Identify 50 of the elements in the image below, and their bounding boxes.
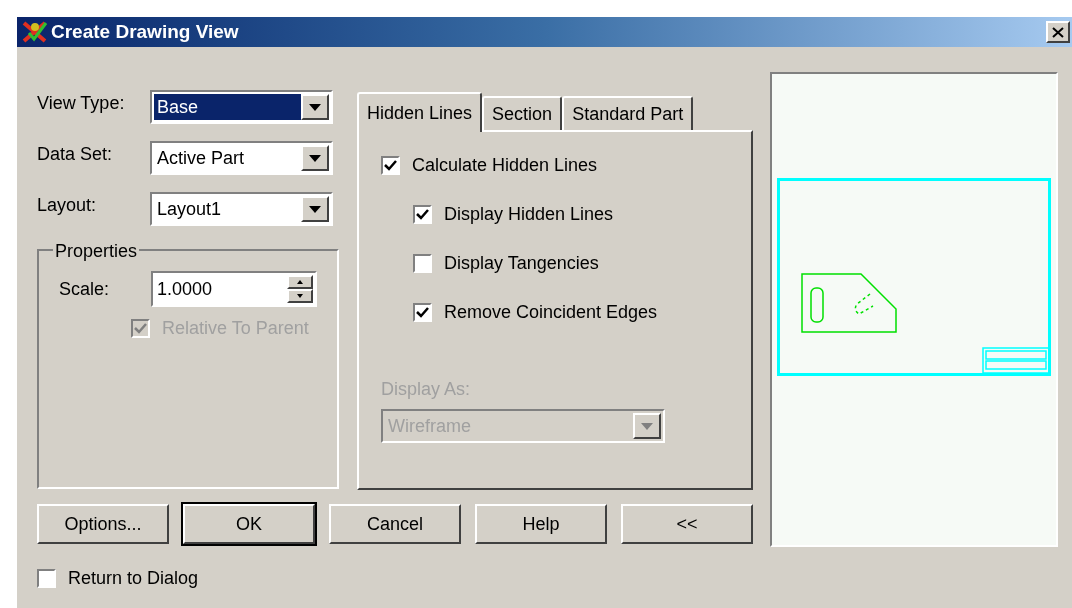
field-label: View Type: (37, 92, 126, 115)
scale-label: Scale: (59, 277, 111, 301)
dialog-button[interactable]: Options... (37, 504, 169, 544)
dropdown-field[interactable]: Layout1 (150, 192, 333, 226)
spin-down-button[interactable] (287, 289, 313, 303)
dropdown-arrow-button[interactable] (633, 413, 661, 439)
caret-icon (309, 103, 321, 111)
checkbox[interactable] (413, 254, 432, 273)
up-caret-icon (297, 280, 303, 284)
dropdown-value: Layout1 (156, 197, 223, 221)
checkmark-icon (384, 160, 397, 171)
dropdown-value: Base (154, 94, 301, 120)
checkbox[interactable] (381, 156, 400, 175)
dialog-button[interactable]: OK (183, 504, 315, 544)
checkbox[interactable] (413, 303, 432, 322)
dropdown-field[interactable]: Base (150, 90, 333, 124)
dropdown-field[interactable]: Active Part (150, 141, 333, 175)
checkbox-label: Return to Dialog (68, 567, 199, 590)
tab[interactable]: Section (482, 96, 563, 130)
caret-icon (309, 205, 321, 213)
down-caret-icon (297, 294, 303, 298)
scale-value: 1.0000 (156, 277, 214, 301)
dropdown-arrow-button[interactable] (301, 196, 329, 222)
caret-icon (309, 154, 321, 162)
checkbox[interactable] (37, 569, 56, 588)
checkmark-icon (416, 209, 429, 220)
scale-spin-field[interactable]: 1.0000 (151, 271, 317, 307)
checkbox-label: Remove Coincident Edges (444, 301, 658, 324)
checkbox-label: Display Tangencies (444, 252, 599, 275)
checkbox-label: Display Hidden Lines (444, 203, 614, 226)
dialog-button[interactable]: << (621, 504, 753, 544)
close-button[interactable] (1046, 21, 1070, 43)
dropdown-value: Active Part (156, 146, 246, 170)
caret-icon (641, 422, 653, 430)
dropdown-arrow-button[interactable] (301, 145, 329, 171)
dialog-button[interactable]: Cancel (329, 504, 461, 544)
app-logo-icon (21, 19, 49, 45)
spin-up-button[interactable] (287, 275, 313, 289)
close-icon (1052, 26, 1064, 38)
checkbox[interactable] (413, 205, 432, 224)
window-title: Create Drawing View (51, 19, 239, 44)
checkmark-icon (416, 307, 429, 318)
dialog-button[interactable]: Help (475, 504, 607, 544)
tab[interactable]: Standard Part (562, 96, 694, 130)
field-label: Layout: (37, 194, 98, 217)
checkmark-icon (134, 323, 147, 334)
tab[interactable]: Hidden Lines (357, 92, 483, 132)
field-label: Data Set: (37, 143, 114, 166)
dropdown-arrow-button[interactable] (301, 94, 329, 120)
checkbox-label: Calculate Hidden Lines (412, 154, 598, 177)
